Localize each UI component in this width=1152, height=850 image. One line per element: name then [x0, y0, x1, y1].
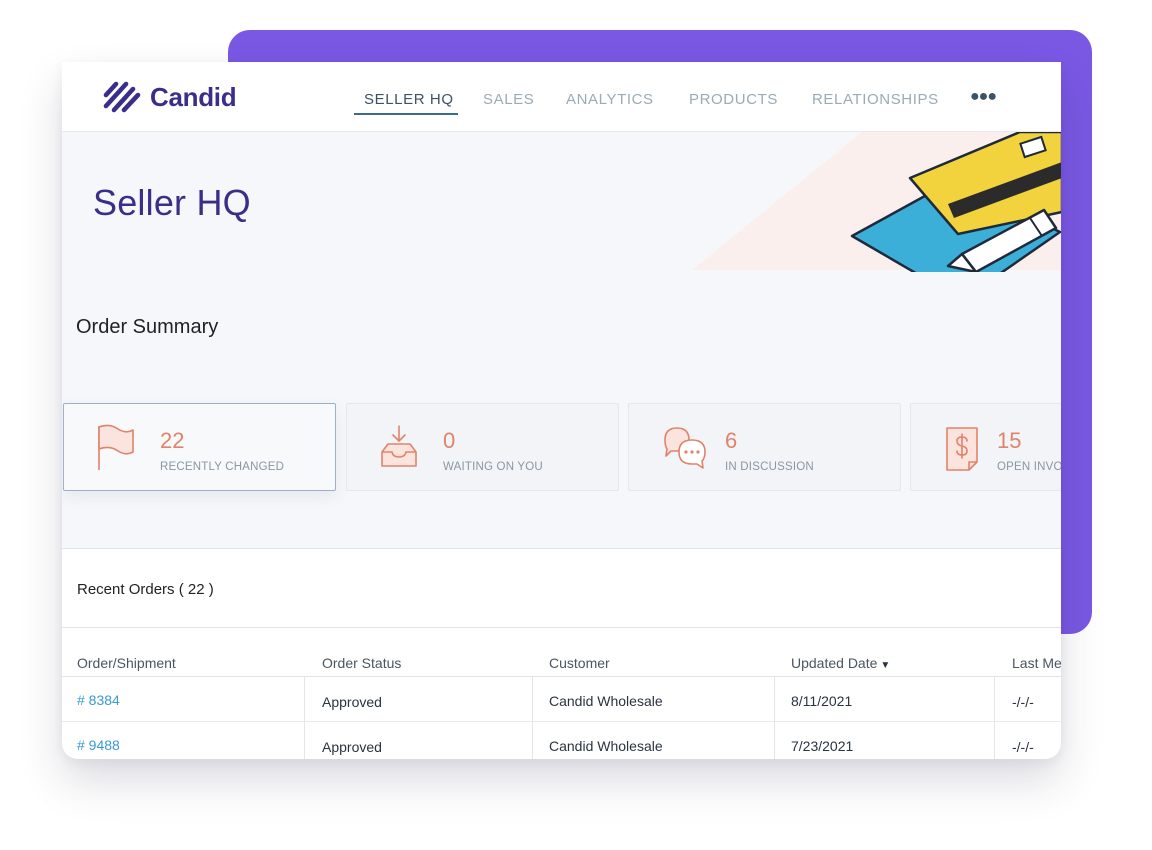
- column-divider: [304, 677, 305, 722]
- recent-orders-header: Recent Orders ( 22 ): [62, 548, 1061, 628]
- order-summary-title: Order Summary: [76, 316, 219, 338]
- tile-count: 15: [997, 428, 1022, 453]
- column-header-updated-date[interactable]: Updated Date ▼: [791, 655, 890, 671]
- column-divider: [774, 722, 775, 759]
- updated-date: 8/11/2021: [791, 693, 853, 709]
- column-divider: [994, 677, 995, 722]
- nav-item-sales[interactable]: SALES: [483, 91, 534, 108]
- app-window: Candid SELLER HQ SALES ANALYTICS PRODUCT…: [62, 62, 1061, 759]
- column-header-status[interactable]: Order Status: [322, 655, 401, 671]
- more-dots-icon[interactable]: ●●●: [970, 88, 997, 106]
- order-link[interactable]: # 8384: [77, 692, 120, 708]
- sort-down-icon[interactable]: ▼: [880, 660, 890, 671]
- tile-label: RECENTLY CHANGED: [160, 461, 285, 473]
- recent-orders-title: Recent Orders ( 22 ): [77, 581, 214, 598]
- order-status: Approved: [322, 739, 382, 755]
- tile-count: 22: [160, 428, 185, 453]
- column-divider: [994, 722, 995, 759]
- nav-item-analytics[interactable]: ANALYTICS: [566, 91, 654, 108]
- tile-count: 0: [443, 428, 456, 453]
- table-row[interactable]: # 9488 Approved Candid Wholesale 7/23/20…: [62, 722, 1061, 759]
- table-row[interactable]: # 8384 Approved Candid Wholesale 8/11/20…: [62, 677, 1061, 722]
- updated-date: 7/23/2021: [791, 738, 854, 754]
- nav-item-seller-hq[interactable]: SELLER HQ: [364, 91, 454, 108]
- last-message: -/-/-: [1012, 739, 1034, 755]
- tile-open-invoices[interactable]: 15 OPEN INVO: [910, 403, 1061, 491]
- nav-item-relationships[interactable]: RELATIONSHIPS: [812, 91, 939, 108]
- column-header-updated-date-label: Updated Date: [791, 655, 878, 671]
- brand-logo[interactable]: Candid: [100, 79, 237, 115]
- tile-recently-changed[interactable]: 22 RECENTLY CHANGED: [63, 403, 336, 491]
- column-header-customer[interactable]: Customer: [549, 655, 610, 671]
- column-divider: [532, 722, 533, 759]
- column-divider: [304, 722, 305, 759]
- tile-label: IN DISCUSSION: [725, 461, 814, 473]
- tile-label: OPEN INVO: [997, 461, 1061, 473]
- inbox-download-icon: [381, 425, 417, 467]
- order-status: Approved: [322, 694, 382, 710]
- nav-item-products[interactable]: PRODUCTS: [689, 91, 778, 108]
- credit-card-pen-illustration: [850, 132, 1061, 272]
- chat-bubbles-icon: [664, 427, 706, 469]
- nav-active-underline: [354, 113, 458, 115]
- candid-logo-icon: [103, 81, 141, 113]
- hero-section: Seller HQ Order Summary 22 RECENTLY CHAN…: [62, 132, 1061, 610]
- column-divider: [532, 677, 533, 722]
- column-header-order[interactable]: Order/Shipment: [77, 655, 176, 671]
- tile-count: 6: [725, 428, 738, 453]
- column-header-last-message[interactable]: Last Me: [1012, 655, 1061, 671]
- order-link[interactable]: # 9488: [77, 737, 120, 753]
- page-title: Seller HQ: [93, 182, 251, 223]
- column-divider: [774, 677, 775, 722]
- customer-name: Candid Wholesale: [549, 738, 663, 754]
- customer-name: Candid Wholesale: [549, 693, 663, 709]
- tile-waiting-on-you[interactable]: 0 WAITING ON YOU: [346, 403, 619, 491]
- top-navigation: Candid SELLER HQ SALES ANALYTICS PRODUCT…: [62, 62, 1061, 132]
- brand-name: Candid: [150, 81, 237, 112]
- invoice-dollar-icon: [946, 427, 978, 471]
- tile-in-discussion[interactable]: 6 IN DISCUSSION: [628, 403, 901, 491]
- flag-icon: [98, 424, 134, 470]
- last-message: -/-/-: [1012, 694, 1034, 710]
- tile-label: WAITING ON YOU: [443, 461, 543, 473]
